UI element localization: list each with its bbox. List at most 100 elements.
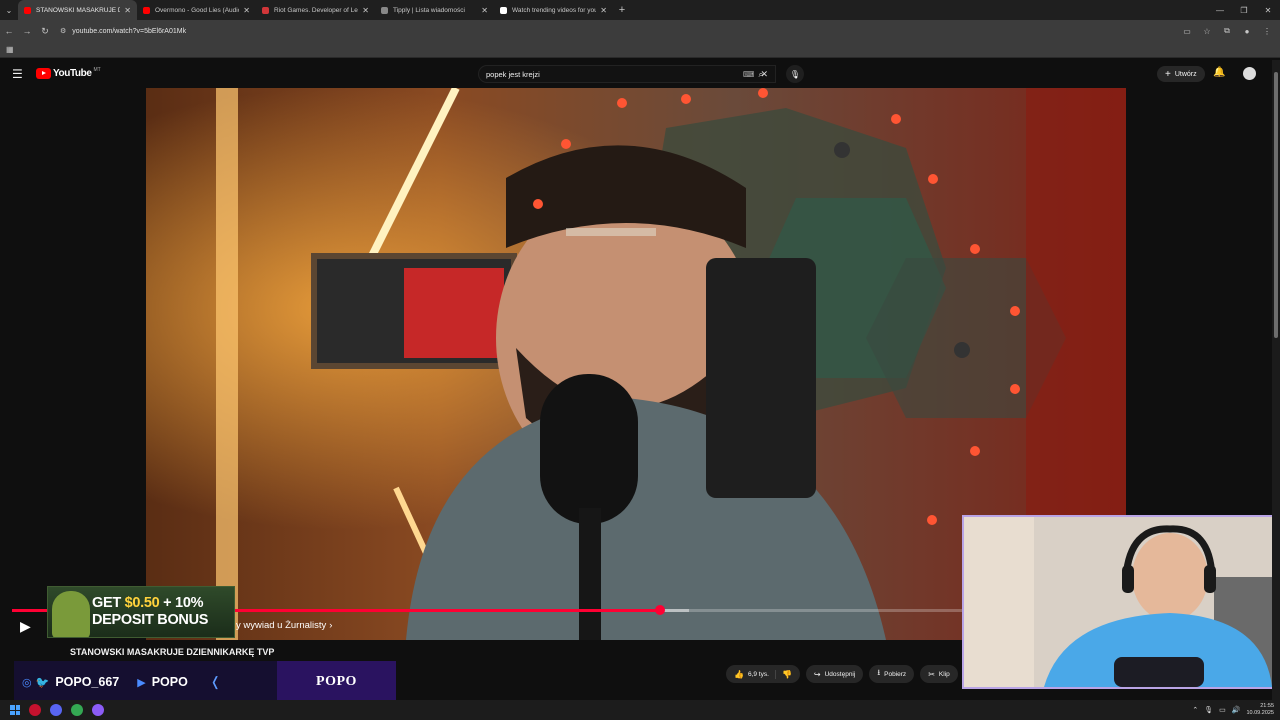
ad-line-2: DEPOSIT BONUS: [92, 612, 209, 628]
extensions-icon[interactable]: ⧉: [1220, 26, 1234, 36]
tab-2[interactable]: Riot Games. Developer of League ✕: [256, 0, 375, 20]
ad-suffix: + 10%: [159, 595, 204, 611]
screen: ⌄ STANOWSKI MASAKRUJE DZIENNIKARKĘ ✕ Ove…: [0, 0, 1280, 720]
like-dislike-group: 👍 6,9 tys. 👎: [726, 665, 800, 683]
webcam-image: [964, 517, 1272, 687]
download-label: Pobierz: [884, 670, 907, 678]
video-title: STANOWSKI MASAKRUJE DZIENNIKARKĘ TVP: [70, 647, 275, 657]
tipply-favicon-icon: [381, 6, 388, 14]
search-box[interactable]: popek jest krejzi ⌨ ✕: [478, 65, 776, 83]
video-actions: 👍 6,9 tys. 👎 ↪ Udostępnij ⭳ Pobierz ✂ Klip: [726, 665, 958, 683]
tab-4[interactable]: Watch trending videos for you ✕: [494, 0, 613, 20]
tab-search-chevron-icon[interactable]: ⌄: [0, 0, 18, 20]
close-tab-icon[interactable]: ✕: [481, 6, 488, 15]
network-icon[interactable]: ▭: [1219, 706, 1226, 714]
tiktok-favicon-icon: [500, 6, 507, 14]
address-icons: ▭ ☆ ⧉ ● ⋮: [1180, 26, 1280, 36]
close-tab-icon[interactable]: ✕: [243, 6, 250, 15]
create-button[interactable]: + Utwórz: [1157, 66, 1205, 82]
scrollbar-thumb[interactable]: [1274, 72, 1278, 338]
brand-logo: POPO: [277, 661, 396, 703]
page-scrollbar[interactable]: [1272, 60, 1280, 700]
create-label: Utwórz: [1174, 70, 1197, 78]
app-icon[interactable]: [92, 704, 104, 716]
profile-icon[interactable]: ●: [1240, 27, 1254, 36]
voice-search-button[interactable]: 🎙: [786, 65, 804, 83]
tab-title: Watch trending videos for you: [512, 6, 597, 14]
youtube-header: ☰ YouTube MT popek jest krejzi ⌨ ✕ ⌕ 🎙 +…: [0, 60, 1272, 88]
clock[interactable]: 21:55 10.09.2025: [1246, 703, 1274, 717]
youtube-play-logo-icon: [36, 68, 51, 79]
tab-title: STANOWSKI MASAKRUJE DZIENNIKARKĘ: [36, 6, 121, 14]
tab-title: Tipply | Lista wiadomości: [393, 6, 465, 14]
youtube-favicon-icon: [143, 6, 150, 14]
discord-icon[interactable]: [50, 704, 62, 716]
social-handle: POPO_667: [55, 675, 120, 689]
reload-icon[interactable]: ↻: [36, 26, 54, 37]
tab-title: Riot Games. Developer of League: [274, 6, 358, 14]
youtube-logo[interactable]: YouTube MT: [36, 66, 101, 79]
url-text: youtube.com/watch?v=5bEl6rA01Mk: [72, 27, 187, 35]
window-controls: — ❐ ✕: [1208, 0, 1280, 20]
browser-tabstrip: ⌄ STANOWSKI MASAKRUJE DZIENNIKARKĘ ✕ Ove…: [0, 0, 1280, 20]
chapter-link[interactable]: y wywiad u Żurnalisty ›: [236, 620, 332, 631]
share-button[interactable]: ↪ Udostępnij: [805, 665, 864, 683]
tray-chevron-icon[interactable]: ⌃: [1192, 706, 1198, 714]
start-windows-icon[interactable]: [10, 705, 20, 715]
close-tab-icon[interactable]: ✕: [362, 6, 369, 15]
notifications-bell-icon[interactable]: 🔔: [1213, 67, 1225, 78]
download-button[interactable]: ⭳ Pobierz: [869, 665, 915, 683]
ad-line-1: GET $0.50 + 10%: [92, 595, 203, 611]
restore-icon[interactable]: ❐: [1232, 0, 1256, 20]
share-label: Udostępnij: [824, 670, 856, 678]
dislike-button[interactable]: 👎: [776, 670, 800, 679]
back-arrow-icon[interactable]: ←: [0, 26, 18, 36]
account-avatar[interactable]: [1243, 67, 1256, 80]
thumbs-up-icon: 👍: [734, 669, 744, 679]
hamburger-menu-icon[interactable]: ☰: [12, 67, 23, 81]
tab-1[interactable]: Overmono - Good Lies (Audio) ✕: [137, 0, 256, 20]
forward-arrow-icon[interactable]: →: [18, 26, 36, 36]
ad-mascot-image: [52, 591, 90, 637]
progress-scrubber[interactable]: [655, 605, 665, 615]
ad-money: $0.50: [124, 595, 160, 611]
clock-time: 21:55: [1260, 703, 1274, 709]
tray-mic-icon[interactable]: 🎙: [1204, 706, 1213, 714]
apps-grid-icon[interactable]: ▦: [6, 45, 14, 54]
search-input[interactable]: popek jest krejzi: [486, 70, 743, 79]
opera-icon[interactable]: [29, 704, 41, 716]
thumbs-down-icon: 👎: [781, 669, 792, 679]
country-code: MT: [93, 66, 101, 73]
download-icon: ⭳: [877, 668, 881, 677]
plus-icon: +: [1165, 68, 1171, 80]
search-icon: ⌕: [758, 68, 764, 79]
ad-banner[interactable]: GET $0.50 + 10% DEPOSIT BONUS: [47, 586, 235, 638]
tab-0[interactable]: STANOWSKI MASAKRUJE DZIENNIKARKĘ ✕: [18, 0, 137, 20]
close-tab-icon[interactable]: ✕: [600, 6, 607, 15]
youtube-favicon-icon: [24, 6, 31, 14]
tab-3[interactable]: Tipply | Lista wiadomości ✕: [375, 0, 494, 20]
system-tray: ⌃ 🎙 ▭ 🔊 21:55 10.09.2025: [1192, 700, 1274, 720]
instagram-icon: ◎: [22, 676, 32, 689]
close-window-icon[interactable]: ✕: [1256, 0, 1280, 20]
search-button[interactable]: ⌕: [748, 65, 774, 83]
close-tab-icon[interactable]: ✕: [124, 6, 131, 15]
bookmark-star-icon[interactable]: ☆: [1200, 27, 1214, 36]
bookmarks-bar: ▦: [0, 42, 1280, 58]
microphone-icon: 🎙: [789, 69, 801, 79]
os-taskbar: ⌃ 🎙 ▭ 🔊 21:55 10.09.2025: [0, 700, 1280, 720]
new-tab-plus-icon[interactable]: +: [613, 4, 631, 16]
more-menu-icon[interactable]: ⋮: [1260, 27, 1274, 36]
play-icon[interactable]: ▶: [20, 618, 31, 635]
volume-icon[interactable]: 🔊: [1232, 706, 1241, 714]
logo-text: YouTube: [53, 68, 92, 79]
like-button[interactable]: 👍 6,9 tys.: [726, 669, 776, 679]
url-field[interactable]: ⚙ youtube.com/watch?v=5bEl6rA01Mk: [60, 27, 1180, 36]
site-info-icon[interactable]: ⚙: [60, 27, 66, 35]
clip-button[interactable]: ✂ Klip: [920, 665, 958, 683]
cast-icon[interactable]: ▭: [1180, 27, 1194, 36]
chrome-icon[interactable]: [71, 704, 83, 716]
chapter-title: y wywiad u Żurnalisty: [236, 620, 327, 631]
clip-label: Klip: [938, 670, 950, 678]
minimize-icon[interactable]: —: [1208, 0, 1232, 20]
